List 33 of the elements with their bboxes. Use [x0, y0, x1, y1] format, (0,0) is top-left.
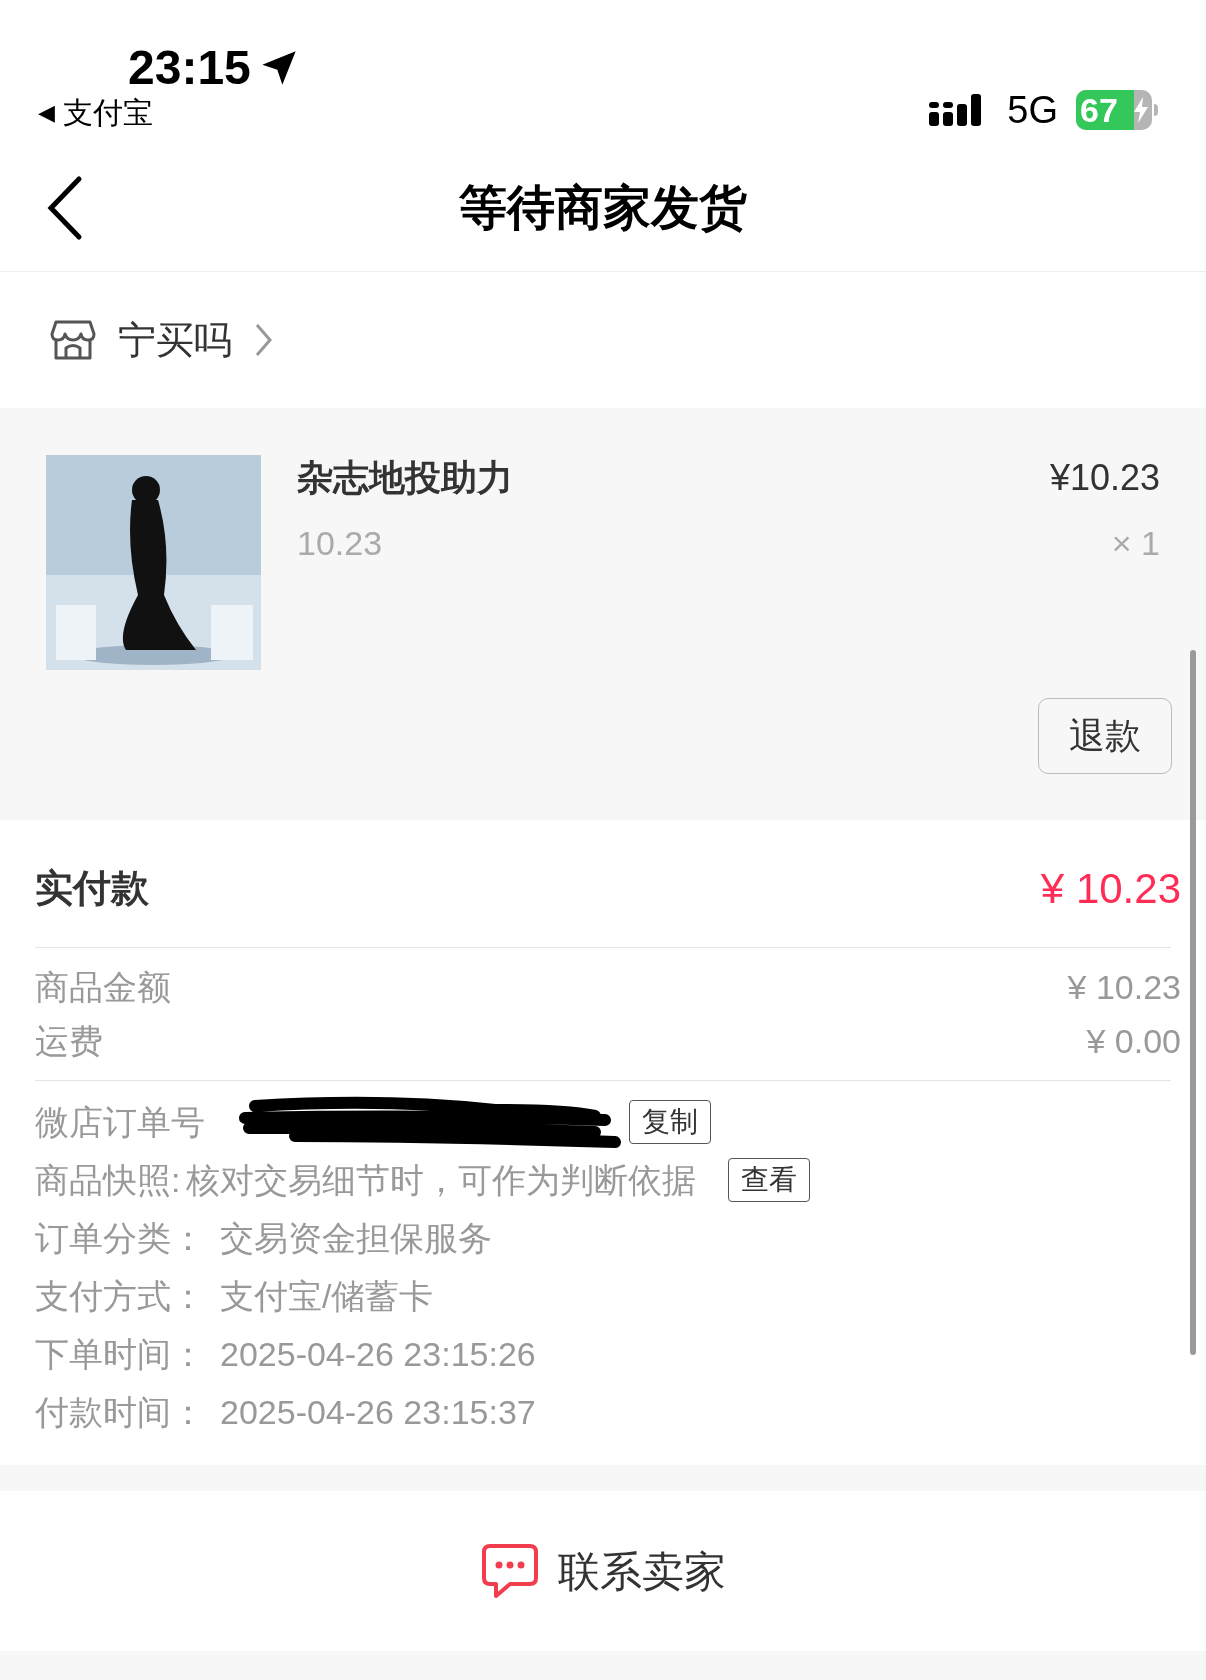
action-button[interactable]: 复制 [629, 1100, 711, 1144]
detail-label: 商品快照: [35, 1159, 181, 1201]
chat-icon [480, 1542, 540, 1600]
detail-value: 核对交易细节时，可作为判断依据 [186, 1159, 697, 1201]
cost-label: 运费 [35, 1020, 103, 1062]
detail-value: 交易资金担保服务 [220, 1217, 492, 1259]
detail-label: 下单时间： [35, 1333, 206, 1375]
network-label: 5G [1007, 90, 1058, 129]
paid-amount: ¥ 10.23 [1040, 864, 1181, 914]
product-spec: 10.23 [297, 523, 383, 564]
status-time: 23:15 [128, 44, 251, 92]
refund-button[interactable]: 退款 [1038, 698, 1172, 774]
cost-label: 商品金额 [35, 966, 171, 1008]
detail-label: 支付方式： [35, 1275, 206, 1317]
detail-value: 支付宝/储蓄卡 [220, 1275, 434, 1317]
product-title[interactable]: 杂志地投助力 [297, 455, 513, 500]
chevron-icon[interactable] [254, 322, 274, 358]
detail-value: 2025-04-26 23:15:37 [220, 1391, 536, 1433]
paid-amount-label: 实付款 [35, 866, 149, 911]
back-arrow-glyph[interactable]: ◀ [38, 102, 55, 124]
cost-value: ¥ 0.00 [1086, 1020, 1181, 1062]
detail-label: 订单分类： [35, 1217, 206, 1259]
detail-label: 付款时间： [35, 1391, 206, 1433]
product-quantity: × 1 [1111, 523, 1160, 564]
store-name[interactable]: 宁买吗 [118, 311, 232, 369]
page-title: 等待商家发货 [459, 180, 747, 236]
product-price: ¥10.23 [1049, 456, 1160, 500]
detail-value: 2025-04-26 23:15:26 [220, 1333, 536, 1375]
store-icon [50, 318, 96, 362]
cost-value: ¥ 10.23 [1067, 966, 1181, 1008]
back-app-link[interactable]: 支付宝 [63, 98, 153, 128]
action-button[interactable]: 查看 [728, 1158, 811, 1202]
detail-label: 微店订单号 [35, 1101, 206, 1143]
